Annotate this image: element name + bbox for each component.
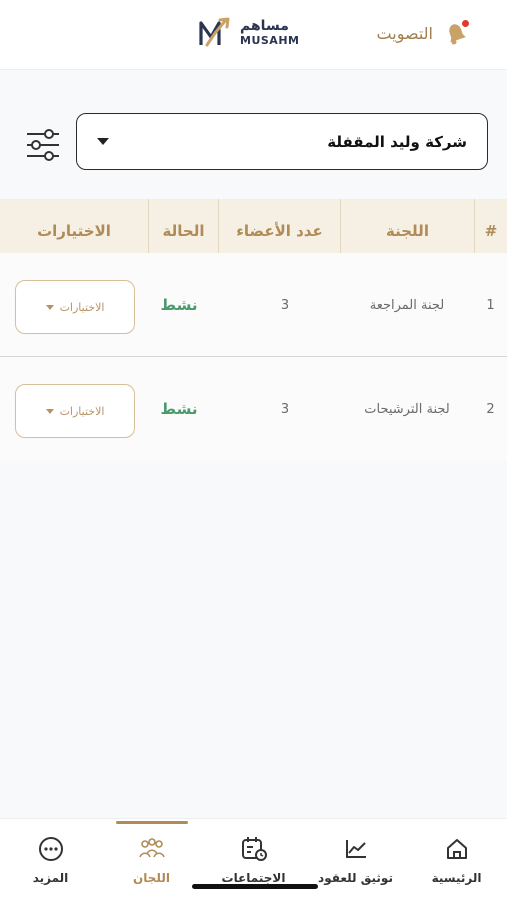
home-indicator: [192, 884, 318, 889]
vote-link[interactable]: التصويت: [377, 16, 471, 50]
status-badge: نشط: [160, 400, 198, 418]
status-badge: نشط: [160, 296, 198, 314]
nav-label: توثيق للعقود: [318, 871, 393, 885]
table-row: 1 لجنة المراجعة 3 نشط الاختيارات: [0, 253, 507, 357]
calendar-icon: [241, 837, 267, 861]
logo-arabic-text: مساهم: [240, 17, 289, 34]
nav-item-contracts[interactable]: توثيق للعقود: [305, 819, 406, 900]
chevron-down-icon: [97, 138, 109, 145]
options-label: الاختيارات: [59, 404, 105, 418]
notification-dot: [462, 20, 469, 27]
nav-item-more[interactable]: المزيد: [0, 819, 101, 900]
nav-label: الاجتماعات: [221, 871, 286, 885]
nav-label: المزيد: [32, 871, 69, 885]
chevron-down-icon: [45, 304, 54, 310]
options-label: الاختيارات: [59, 300, 105, 314]
row-index: 1: [486, 297, 495, 313]
table-row: 2 لجنة الترشيحات 3 نشط الاختيارات: [0, 357, 507, 461]
home-icon: [446, 839, 467, 859]
logo-mark-icon: [199, 17, 230, 47]
member-count: 3: [280, 401, 290, 417]
app-header: التصويت مساهم MUSAHM: [0, 0, 507, 70]
options-dropdown-button[interactable]: الاختيارات: [15, 384, 135, 438]
member-count: 3: [280, 297, 290, 313]
chart-icon: [345, 840, 366, 858]
filter-button[interactable]: [22, 124, 64, 166]
active-tab-indicator: [116, 821, 188, 824]
nav-item-committees[interactable]: اللجان: [101, 819, 202, 900]
nav-label: الرئيسية: [431, 871, 482, 885]
more-icon: [38, 837, 63, 861]
committee-name: لجنة المراجعة: [369, 297, 445, 313]
nav-label: اللجان: [133, 871, 170, 885]
company-select-value: شركة وليد المقفلة: [327, 132, 467, 151]
musahm-logo: مساهم MUSAHM: [198, 14, 299, 50]
chevron-down-icon: [45, 408, 54, 414]
sliders-icon: [27, 129, 59, 161]
company-select[interactable]: شركة وليد المقفلة: [76, 113, 488, 170]
nav-item-home[interactable]: الرئيسية: [406, 819, 507, 900]
bell-icon: [441, 18, 471, 48]
committee-name: لجنة الترشيحات: [364, 401, 450, 417]
row-index: 2: [486, 401, 495, 417]
options-dropdown-button[interactable]: الاختيارات: [15, 280, 135, 334]
logo-english-text: MUSAHM: [240, 33, 300, 47]
vote-label: التصويت: [376, 23, 433, 43]
committee-icon: [138, 838, 165, 858]
